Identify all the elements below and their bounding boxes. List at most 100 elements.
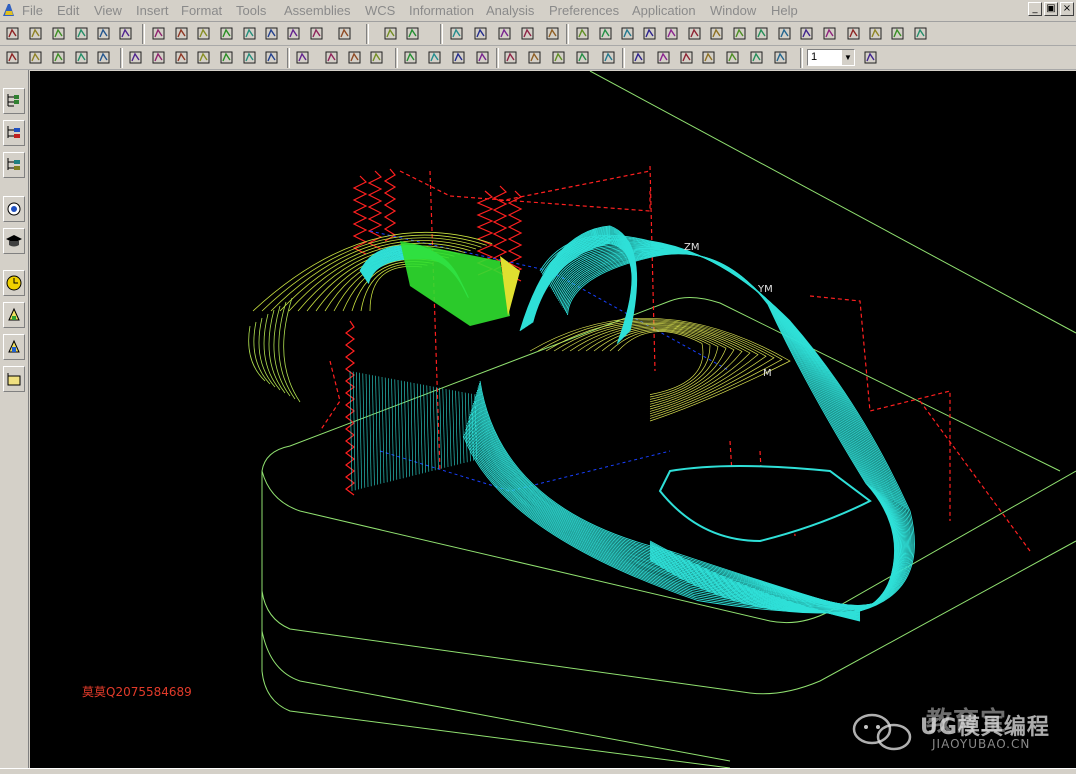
restore-button[interactable]: ▣ [1044, 2, 1058, 16]
display-button[interactable] [263, 25, 280, 42]
zoom-window-button[interactable] [173, 25, 190, 42]
check-button[interactable] [678, 49, 695, 66]
graphics-viewport[interactable]: ZM YM M 莫莫Q2075584689 教育宝 UG模具编程 JIAOYUB… [30, 71, 1076, 768]
undo-button[interactable] [117, 25, 134, 42]
fillet-button[interactable] [663, 25, 680, 42]
cube-red-button[interactable] [404, 25, 421, 42]
refresh-button[interactable] [241, 25, 258, 42]
transform-button[interactable] [630, 49, 647, 66]
menu-help[interactable]: Help [771, 3, 798, 18]
menu-preferences[interactable]: Preferences [549, 3, 619, 18]
arc-button[interactable] [544, 25, 561, 42]
verify-button[interactable] [3, 228, 25, 254]
offset-button[interactable] [731, 25, 748, 42]
menu-information[interactable]: Information [409, 3, 474, 18]
delete-button[interactable] [95, 25, 112, 42]
machine-tool-button[interactable] [526, 49, 543, 66]
generate-button[interactable] [3, 196, 25, 222]
select-button[interactable] [402, 49, 419, 66]
create-tool-button[interactable] [27, 49, 44, 66]
replay-button[interactable] [294, 49, 311, 66]
wcs-button[interactable] [472, 25, 489, 42]
sphere-button[interactable] [382, 25, 399, 42]
circle-button[interactable] [641, 25, 658, 42]
rename-button[interactable] [241, 49, 258, 66]
post-button[interactable] [368, 49, 385, 66]
method-view-button[interactable] [3, 152, 25, 178]
group-button[interactable] [450, 49, 467, 66]
machining-method-button[interactable] [574, 49, 591, 66]
menu-file[interactable]: File [22, 3, 43, 18]
menu-insert[interactable]: Insert [136, 3, 169, 18]
snap-button[interactable] [889, 25, 906, 42]
tool-button[interactable] [3, 302, 25, 328]
postprocess-button[interactable] [3, 366, 25, 392]
app-logo-icon[interactable] [1, 2, 16, 18]
ipw-button[interactable] [724, 49, 741, 66]
create-operation-button[interactable] [95, 49, 112, 66]
program-view-button[interactable] [3, 120, 25, 146]
cube-button[interactable] [308, 25, 325, 42]
geometry-button[interactable] [3, 334, 25, 360]
measure-button[interactable] [912, 25, 929, 42]
point-set-button[interactable] [597, 25, 614, 42]
menu-window[interactable]: Window [710, 3, 756, 18]
simulate-button[interactable] [748, 49, 765, 66]
menu-tools[interactable]: Tools [236, 3, 266, 18]
shade-button[interactable] [285, 25, 302, 42]
cube-blue-button[interactable] [336, 25, 353, 42]
menu-analysis[interactable]: Analysis [486, 3, 534, 18]
rotate-copy-button[interactable] [798, 25, 815, 42]
close-button[interactable]: × [1060, 2, 1074, 16]
gouge-button[interactable] [700, 49, 717, 66]
paste-button[interactable] [195, 49, 212, 66]
mirror-button[interactable] [753, 25, 770, 42]
save-button[interactable] [50, 25, 67, 42]
ungroup-button[interactable] [474, 49, 491, 66]
dimension-button[interactable] [845, 25, 862, 42]
tool-path-button[interactable] [655, 49, 672, 66]
chevron-down-icon[interactable]: ▼ [842, 50, 854, 65]
operation-navigator-button[interactable] [3, 88, 25, 114]
zoom-button[interactable] [195, 25, 212, 42]
list-button[interactable] [323, 49, 340, 66]
extend-button[interactable] [708, 25, 725, 42]
line-button[interactable] [519, 25, 536, 42]
rectangle-button[interactable] [619, 25, 636, 42]
menu-assemblies[interactable]: Assemblies [284, 3, 350, 18]
menu-format[interactable]: Format [181, 3, 222, 18]
output-button[interactable] [600, 49, 617, 66]
generate-button[interactable] [263, 49, 280, 66]
create-geometry-button[interactable] [50, 49, 67, 66]
layer-button[interactable] [821, 25, 838, 42]
menu-edit[interactable]: Edit [57, 3, 79, 18]
open-folder-button[interactable] [27, 25, 44, 42]
cut-button[interactable] [150, 49, 167, 66]
geometry-button[interactable] [550, 49, 567, 66]
rotate-button[interactable] [218, 25, 235, 42]
print-button[interactable] [73, 25, 90, 42]
spline-button[interactable] [574, 25, 591, 42]
minimize-button[interactable]: _ [1028, 2, 1042, 16]
trim-button[interactable] [686, 25, 703, 42]
clock-button[interactable] [3, 270, 25, 296]
verify-button[interactable] [346, 49, 363, 66]
move-button[interactable] [776, 25, 793, 42]
new-file-button[interactable] [4, 25, 21, 42]
fit-button[interactable] [150, 25, 167, 42]
layer-select[interactable]: 1 ▼ [807, 49, 855, 66]
point-button[interactable] [496, 25, 513, 42]
analyze-button[interactable] [448, 25, 465, 42]
edit-button[interactable] [127, 49, 144, 66]
menu-wcs[interactable]: WCS [365, 3, 395, 18]
create-method-button[interactable] [73, 49, 90, 66]
delete-button[interactable] [218, 49, 235, 66]
menu-application[interactable]: Application [632, 3, 696, 18]
menu-view[interactable]: View [94, 3, 122, 18]
layer-settings-button[interactable] [862, 49, 879, 66]
filter-button[interactable] [426, 49, 443, 66]
program-order-button[interactable] [502, 49, 519, 66]
annotation-button[interactable] [867, 25, 884, 42]
create-program-button[interactable] [4, 49, 21, 66]
post-builder-button[interactable] [772, 49, 789, 66]
